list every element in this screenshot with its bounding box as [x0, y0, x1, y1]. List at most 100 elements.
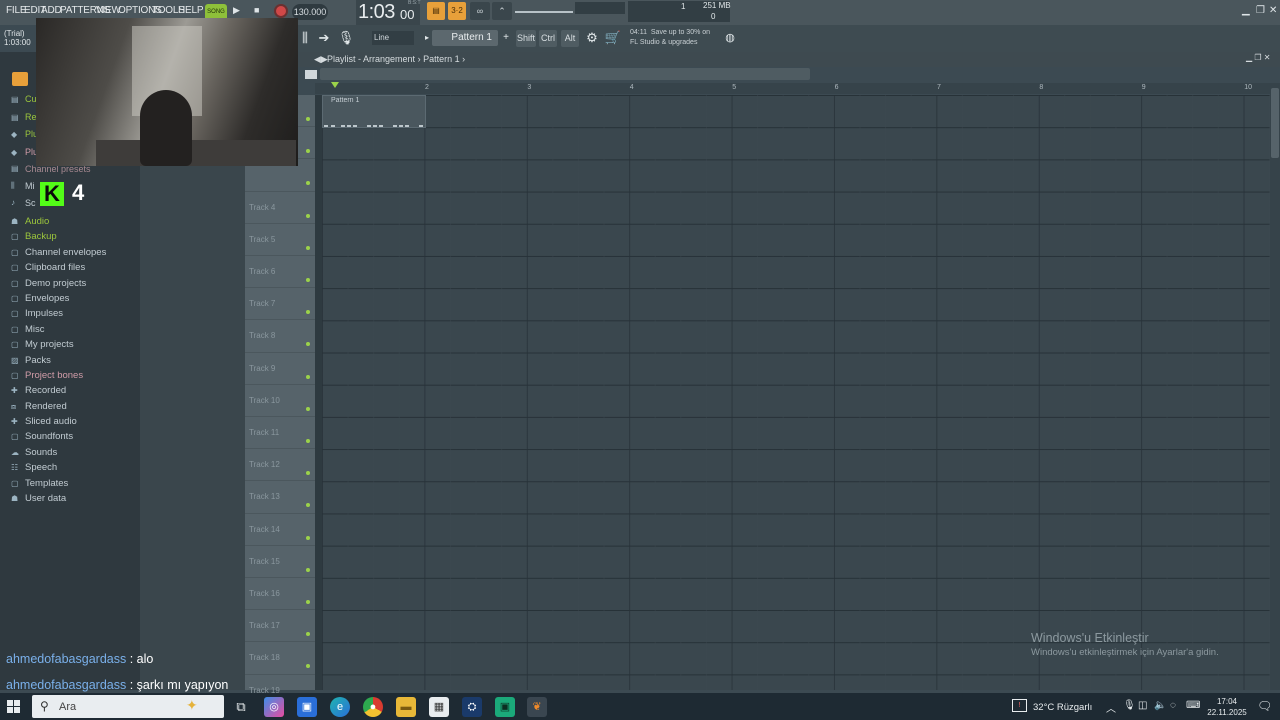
loop-record-icon[interactable]: ∞ — [470, 2, 490, 20]
playlist-window-controls[interactable]: ▁ ❐ ✕ — [1246, 53, 1270, 62]
browser-item-audio[interactable]: ☗ Audio — [10, 214, 136, 229]
browser-item-user-data[interactable]: ☗ User data — [10, 491, 136, 506]
taskbar-clock[interactable]: 17:04 22.11.2025 — [1206, 696, 1248, 718]
browser-item-envelopes[interactable]: ▢ Envelopes — [10, 291, 136, 306]
browser-item-rendered[interactable]: ⧈ Rendered — [10, 399, 136, 414]
browser-item-demo-projects[interactable]: ▢ Demo projects — [10, 276, 136, 291]
browser-item-mixer-presets[interactable]: ⫼ Mi — [10, 178, 40, 194]
tray-chevron-icon[interactable]: ︿ — [1106, 700, 1116, 715]
track-mute-led[interactable] — [306, 600, 310, 604]
alt-button[interactable]: Alt — [561, 30, 579, 47]
track-mute-led[interactable] — [306, 213, 310, 218]
track-mute-led[interactable] — [306, 439, 310, 443]
snap-selector[interactable]: Line — [372, 31, 414, 45]
horizontal-scrollbar[interactable] — [320, 68, 810, 80]
browser-item-my-projects[interactable]: ▢ My projects — [10, 337, 136, 352]
copilot-icon[interactable]: ◎ — [264, 697, 284, 717]
track-header[interactable]: Track 4 — [245, 192, 315, 224]
track-header[interactable]: Track 7 — [245, 288, 315, 321]
edge-icon[interactable]: e — [330, 697, 350, 717]
mixer-icon[interactable]: ⫼ — [296, 29, 314, 47]
chrome-icon[interactable]: ● — [363, 697, 383, 717]
weather-alert-icon[interactable]: ! — [1012, 699, 1027, 712]
microphone-icon[interactable]: 🎙 — [1123, 700, 1136, 711]
playhead-marker[interactable] — [331, 82, 339, 88]
browser-item-speech[interactable]: ☷ Speech — [10, 460, 136, 475]
track-header[interactable]: Track 8 — [245, 320, 315, 353]
playlist-nav-icon[interactable]: ◀▶ — [314, 54, 328, 65]
track-mute-led[interactable] — [306, 278, 310, 282]
track-mute-led[interactable] — [306, 374, 310, 379]
microphone-icon[interactable]: 🎙 — [337, 29, 355, 47]
browser-item-recorded[interactable]: ✚ Recorded — [10, 383, 136, 398]
restore-icon[interactable]: ❐ — [1256, 5, 1265, 16]
vertical-scrollbar[interactable] — [1270, 83, 1280, 690]
globe-icon[interactable]: ◍ — [721, 29, 739, 47]
network-icon[interactable]: ◌ — [1170, 700, 1176, 711]
notification-icon[interactable]: 🗨 — [1257, 699, 1272, 713]
browser-item-clipboard-files[interactable]: ▢ Clipboard files — [10, 260, 136, 275]
track-mute-led[interactable] — [306, 567, 310, 572]
track-header[interactable]: Track 11 — [245, 417, 315, 450]
track-mute-led[interactable] — [306, 181, 310, 186]
ctrl-button[interactable]: Ctrl — [539, 30, 557, 47]
weather-text[interactable]: 32°C Rüzgarlı — [1033, 702, 1092, 713]
record-icon[interactable] — [274, 4, 288, 18]
track-mute-led[interactable] — [306, 342, 310, 347]
play-icon[interactable]: ▶ — [233, 5, 240, 16]
track-header[interactable]: Track 18 — [245, 642, 315, 675]
track-header[interactable]: Track 13 — [245, 481, 315, 514]
menu-add[interactable]: ADD — [41, 5, 62, 16]
track-header[interactable]: Track 17 — [245, 610, 315, 643]
add-pattern-button[interactable]: + — [497, 29, 515, 47]
file-explorer-icon[interactable]: ▬ — [396, 697, 416, 717]
browser-item-soundfonts[interactable]: ▢ Soundfonts — [10, 429, 136, 444]
browser-item-sliced-audio[interactable]: ✚ Sliced audio — [10, 414, 136, 429]
volume-icon[interactable]: 🔈 — [1154, 700, 1166, 711]
app-icon[interactable]: ▣ — [495, 697, 515, 717]
metronome-icon[interactable]: ⌃ — [492, 2, 512, 20]
task-view-icon[interactable]: ⧉ — [231, 697, 251, 717]
browser-home-icon[interactable] — [12, 72, 28, 86]
song-time[interactable]: 1:03 — [358, 1, 395, 24]
track-header[interactable]: Track 6 — [245, 256, 315, 289]
steam-icon[interactable]: ⛭ — [462, 697, 482, 717]
browser-item-scores[interactable]: ♪ Sc — [10, 195, 40, 211]
close-icon[interactable]: ✕ — [1269, 5, 1277, 16]
pattern-clip[interactable]: Pattern 1 — [322, 95, 426, 128]
pattern-mode-icon[interactable]: ▤ — [427, 2, 445, 20]
tray-app-icon[interactable]: ◫ — [1138, 700, 1147, 711]
timeline-ruler[interactable] — [315, 83, 1270, 94]
track-mute-led[interactable] — [306, 664, 310, 669]
track-mute-led[interactable] — [306, 406, 310, 411]
track-header[interactable]: Track 16 — [245, 578, 315, 611]
browser-item-impulses[interactable]: ▢ Impulses — [10, 306, 136, 321]
track-mute-led[interactable] — [306, 535, 310, 540]
track-header[interactable]: Track 14 — [245, 514, 315, 546]
track-header[interactable]: Track 5 — [245, 224, 315, 256]
track-header[interactable]: Track 15 — [245, 546, 315, 578]
track-mute-led[interactable] — [306, 471, 310, 476]
browser-item-backup[interactable]: ▢ Backup — [10, 229, 136, 244]
keyboard-icon[interactable]: ⌨ — [1186, 700, 1200, 711]
track-mute-led[interactable] — [306, 503, 310, 508]
track-mute-led[interactable] — [306, 117, 310, 121]
track-header[interactable]: Track 12 — [245, 449, 315, 482]
browser-item-project-bones[interactable]: ▢ Project bones — [10, 368, 136, 383]
windows-start-icon[interactable] — [7, 700, 20, 713]
track-mute-led[interactable] — [306, 310, 310, 315]
track-mute-led[interactable] — [306, 632, 310, 637]
master-volume-slider[interactable] — [515, 11, 573, 13]
pattern-selector[interactable]: Pattern 1 — [432, 30, 498, 46]
arrow-icon[interactable]: ➔ — [315, 29, 333, 47]
fl-studio-taskbar-icon[interactable]: ❦ — [527, 697, 547, 717]
browser-item-channel-envelopes[interactable]: ▢ Channel envelopes — [10, 245, 136, 260]
browser-item-templates[interactable]: ▢ Templates — [10, 476, 136, 491]
vertical-scrollbar-thumb[interactable] — [1271, 88, 1279, 158]
playlist-grid[interactable] — [322, 95, 1270, 690]
browser-item-packs[interactable]: ▨ Packs — [10, 353, 136, 368]
browser-item-misc[interactable]: ▢ Misc — [10, 322, 136, 337]
tools-icon[interactable]: ⚙ — [583, 29, 601, 47]
track-mute-led[interactable] — [306, 149, 310, 154]
cart-icon[interactable]: 🛒 — [604, 29, 622, 47]
